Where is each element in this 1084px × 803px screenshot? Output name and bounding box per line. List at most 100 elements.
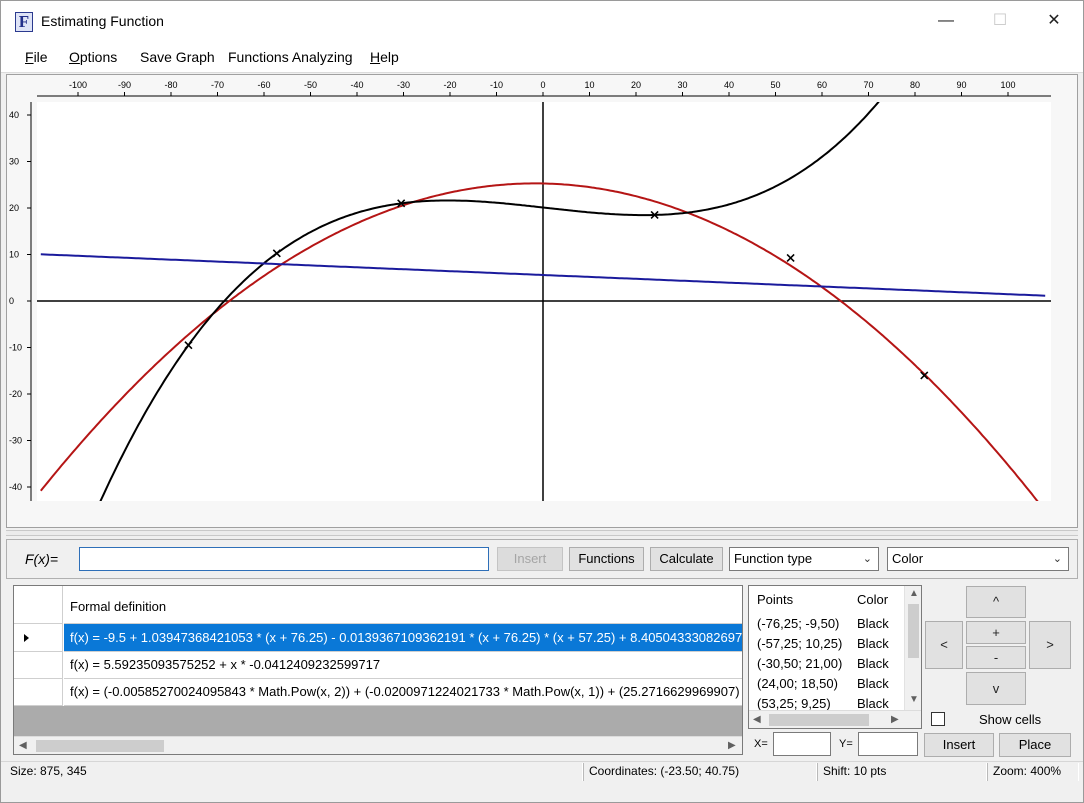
list-item[interactable]: (24,00; 18,50) Black — [749, 674, 904, 694]
close-button[interactable]: ✕ — [1031, 1, 1077, 41]
menu-options[interactable]: Options — [69, 49, 117, 65]
scroll-left-icon[interactable]: ◀ — [753, 714, 761, 725]
list-item[interactable]: (-30,50; 21,00) Black — [749, 654, 904, 674]
x-tick-label: -60 — [257, 80, 270, 90]
scrollbar-thumb[interactable] — [36, 740, 164, 752]
graph-canvas[interactable]: -100 -90 -80 -70 -60 -50 -40 -30 -20 -10 0 10 20 30 40… — [7, 75, 1077, 527]
row-header-corner — [14, 586, 63, 624]
point-value: (-30,50; 21,00) — [757, 656, 843, 671]
column-header-points[interactable]: Points — [757, 592, 793, 607]
points-horizontal-scrollbar[interactable]: ◀ ▶ — [749, 710, 921, 728]
move-up-button[interactable]: ^ — [966, 586, 1026, 618]
zoom-out-button[interactable]: - — [966, 646, 1026, 669]
point-color: Black — [857, 696, 889, 711]
function-input[interactable] — [79, 547, 489, 571]
points-header-row: Points Color — [749, 590, 904, 612]
y-input[interactable] — [858, 732, 918, 756]
scroll-left-icon[interactable]: ◀ — [19, 740, 27, 751]
y-tick-label: -40 — [9, 482, 22, 492]
y-tick-label: 10 — [9, 250, 19, 260]
show-cells-label: Show cells — [979, 712, 1042, 727]
window-title: Estimating Function — [41, 13, 164, 29]
row-header[interactable] — [14, 624, 63, 652]
menu-functions-analyzing-label: Functions Analyzing — [228, 49, 353, 65]
show-cells-checkbox[interactable] — [931, 712, 945, 726]
x-tick-label: -80 — [164, 80, 177, 90]
x-tick-label: 20 — [631, 80, 641, 90]
scrollbar-thumb[interactable] — [908, 604, 919, 658]
status-bar: Size: 875, 345 Coordinates: (-23.50; 40.… — [1, 761, 1083, 781]
table-row[interactable]: f(x) = (-0.00585270024095843 * Math.Pow(… — [14, 679, 742, 706]
move-right-button[interactable]: > — [1029, 621, 1071, 669]
table-header-row: Formal definition — [14, 586, 742, 624]
insert-point-button[interactable]: Insert — [924, 733, 994, 757]
row-header[interactable] — [14, 652, 63, 679]
function-type-select[interactable]: Function type ⌄ — [729, 547, 879, 571]
calculate-button[interactable]: Calculate — [650, 547, 723, 571]
function-type-value: Function type — [734, 551, 813, 566]
x-tick-label: -30 — [397, 80, 410, 90]
functions-button[interactable]: Functions — [569, 547, 644, 571]
current-row-arrow-icon — [24, 634, 29, 642]
x-tick-label: -50 — [304, 80, 317, 90]
place-point-button[interactable]: Place — [999, 733, 1071, 757]
fx-label: F(x)= — [25, 551, 59, 567]
table-row[interactable]: f(x) = 5.59235093575252 + x * -0.0412409… — [14, 652, 742, 679]
menu-options-label: ptions — [79, 49, 118, 65]
move-down-button[interactable]: v — [966, 672, 1026, 705]
x-tick-label: -70 — [211, 80, 224, 90]
menu-help-mnemonic: H — [370, 49, 381, 65]
function-cell[interactable]: f(x) = 5.59235093575252 + x * -0.0412409… — [64, 652, 742, 679]
status-size: Size: 875, 345 — [5, 763, 583, 781]
chevron-down-icon: ⌄ — [862, 553, 872, 565]
splitter[interactable] — [6, 530, 1078, 536]
column-header-color[interactable]: Color — [857, 592, 888, 607]
graph-panel[interactable]: -100 -90 -80 -70 -60 -50 -40 -30 -20 -10 0 10 20 30 40… — [6, 74, 1078, 528]
list-item[interactable]: (-76,25; -9,50) Black — [749, 614, 904, 634]
y-label: Y= — [839, 738, 853, 750]
menu-file[interactable]: File — [25, 49, 48, 65]
points-vertical-scrollbar[interactable]: ▲ ▼ — [904, 586, 921, 710]
status-shift: Shift: 10 pts — [817, 763, 987, 781]
y-tick-label: 0 — [9, 296, 14, 306]
maximize-button[interactable]: ☐ — [977, 1, 1023, 41]
scroll-right-icon[interactable]: ▶ — [728, 740, 736, 751]
menu-functions-analyzing[interactable]: Functions Analyzing — [228, 49, 353, 65]
app-logo-icon: F — [15, 12, 33, 32]
y-tick-label: 20 — [9, 203, 19, 213]
x-tick-label: 60 — [817, 80, 827, 90]
color-select[interactable]: Color ⌄ — [887, 547, 1069, 571]
point-value: (-76,25; -9,50) — [757, 616, 840, 631]
point-value: (53,25; 9,25) — [757, 696, 831, 711]
y-tick-label: -30 — [9, 436, 22, 446]
x-tick-label: 10 — [584, 80, 594, 90]
row-header[interactable] — [14, 679, 63, 706]
zoom-in-button[interactable]: + — [966, 621, 1026, 644]
x-tick-label: -10 — [490, 80, 503, 90]
menu-help[interactable]: Help — [370, 49, 399, 65]
column-header-formal-definition[interactable]: Formal definition — [64, 586, 742, 624]
menu-help-label: elp — [380, 49, 399, 65]
scroll-down-icon[interactable]: ▼ — [909, 694, 919, 705]
scroll-up-icon[interactable]: ▲ — [909, 588, 919, 599]
x-tick-label: 30 — [677, 80, 687, 90]
list-item[interactable]: (-57,25; 10,25) Black — [749, 634, 904, 654]
table-row[interactable]: f(x) = -9.5 + 1.03947368421053 * (x + 76… — [14, 624, 742, 652]
move-left-button[interactable]: < — [925, 621, 963, 669]
menu-save-graph[interactable]: Save Graph — [140, 49, 215, 65]
y-tick-label: 40 — [9, 110, 19, 120]
x-label: X= — [754, 738, 768, 750]
scroll-right-icon[interactable]: ▶ — [891, 714, 899, 725]
scrollbar-thumb[interactable] — [769, 714, 869, 726]
x-tick-label: 40 — [724, 80, 734, 90]
minimize-button[interactable]: — — [923, 1, 969, 41]
function-cell[interactable]: f(x) = -9.5 + 1.03947368421053 * (x + 76… — [64, 624, 742, 652]
function-cell[interactable]: f(x) = (-0.00585270024095843 * Math.Pow(… — [64, 679, 742, 706]
insert-function-button[interactable]: Insert — [497, 547, 563, 571]
x-input[interactable] — [773, 732, 831, 756]
x-tick-label: 70 — [863, 80, 873, 90]
functions-horizontal-scrollbar[interactable]: ◀ ▶ — [14, 736, 742, 754]
y-tick-label: -10 — [9, 343, 22, 353]
points-table: Points Color (-76,25; -9,50) Black (-57,… — [748, 585, 922, 729]
menu-bar: File Options Save Graph Functions Analyz… — [1, 41, 1083, 73]
